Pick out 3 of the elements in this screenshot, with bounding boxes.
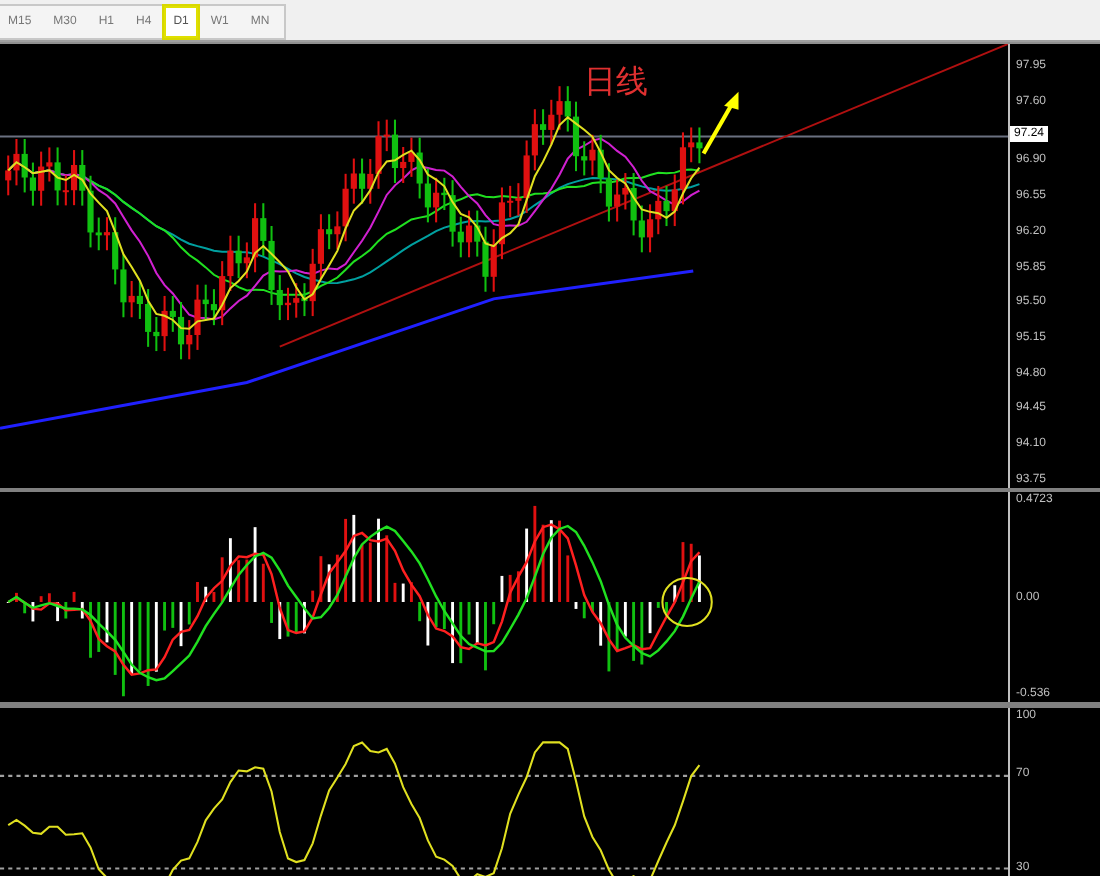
chart-annotation: 日线 [584, 68, 648, 100]
trend-arrow [701, 91, 739, 155]
highlight-circle [661, 577, 713, 628]
